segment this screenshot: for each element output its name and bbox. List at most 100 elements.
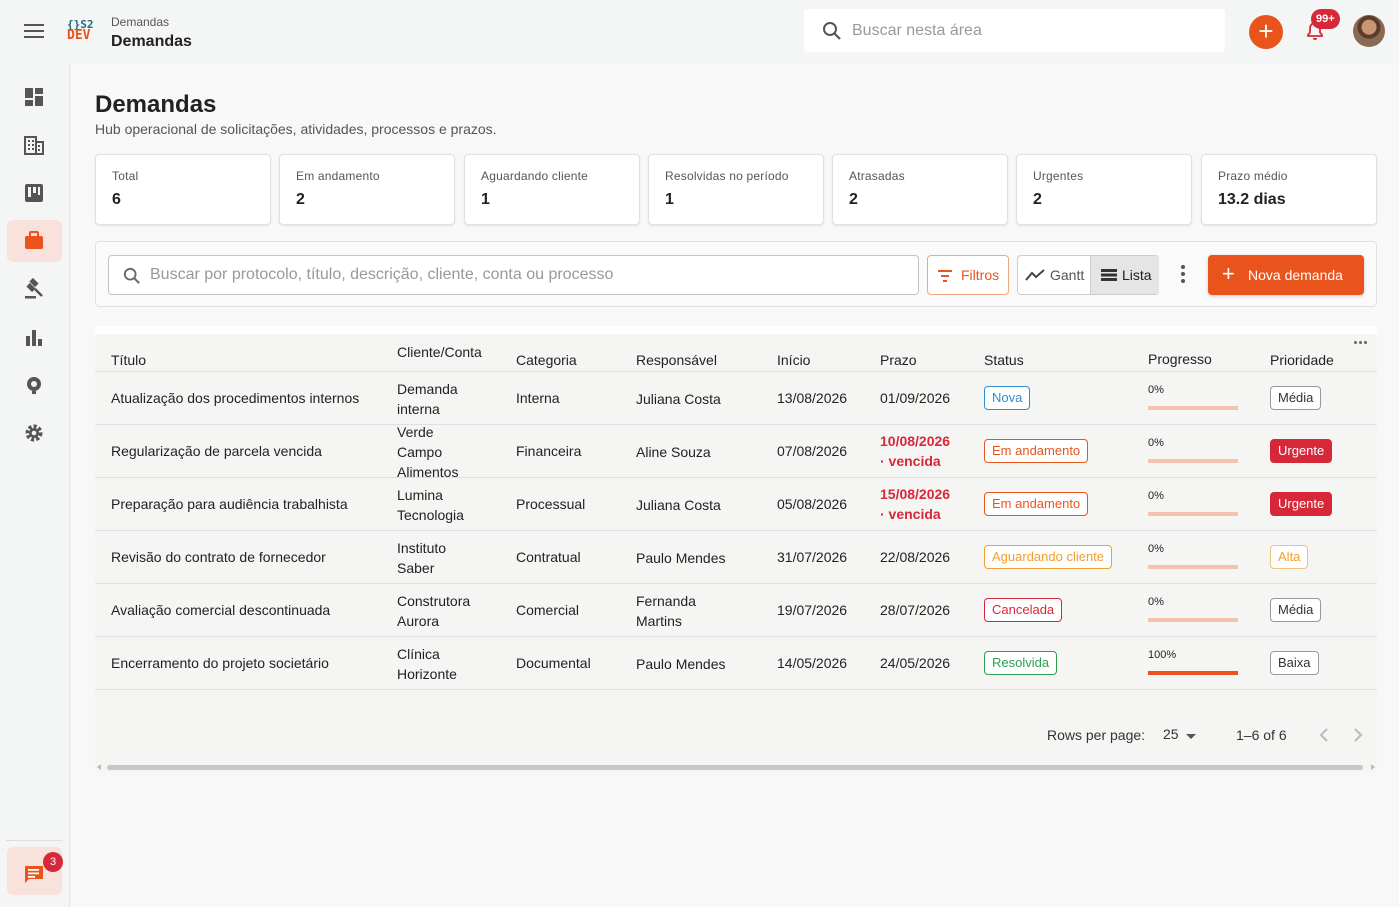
col-categoria[interactable]: Categoria [516, 352, 577, 368]
col-prioridade[interactable]: Prioridade [1270, 352, 1334, 368]
stat-card-atrasadas: Atrasadas 2 [832, 154, 1008, 225]
row-client: Instituto [397, 540, 447, 556]
notification-badge: 99+ [1311, 9, 1340, 29]
filter-icon [938, 270, 952, 282]
global-search[interactable] [804, 9, 1225, 52]
new-demand-button[interactable]: + Nova demanda [1208, 255, 1364, 295]
view-gantt-button[interactable]: Gantt [1018, 256, 1090, 294]
scrollbar-thumb[interactable] [107, 765, 1363, 770]
row-start-date: 31/07/2026 [777, 549, 848, 565]
col-titulo[interactable]: Título [111, 352, 146, 368]
table-row[interactable]: Encerramento do projeto societário Clínic… [95, 637, 1377, 690]
row-progress-label: 0% [1148, 543, 1164, 555]
rows-per-page-select[interactable]: 25 [1163, 726, 1179, 742]
stat-card-resolvidas: Resolvidas no período 1 [648, 154, 824, 225]
page-title: Demandas [95, 91, 217, 118]
quick-add-button[interactable]: + [1249, 15, 1283, 49]
progress-bar [1148, 459, 1238, 463]
progress-fill [1148, 671, 1238, 675]
col-prazo[interactable]: Prazo [880, 352, 917, 368]
row-start-date: 05/08/2026 [777, 496, 848, 512]
demand-search[interactable] [108, 255, 919, 295]
caret-down-icon[interactable] [1186, 734, 1196, 739]
table-row[interactable]: Avaliação comercial descontinuada Constru… [95, 584, 1377, 637]
kanban-icon [25, 184, 43, 202]
row-due-date: 01/09/2026 [880, 390, 951, 406]
horizontal-scrollbar[interactable] [95, 762, 1377, 772]
chat-icon [25, 866, 43, 883]
row-progress-label: 0% [1148, 490, 1164, 502]
sidebar-divider [6, 840, 62, 841]
row-client: Campo [397, 444, 443, 460]
view-toggle: Gantt Lista [1017, 255, 1159, 295]
avatar[interactable] [1353, 15, 1385, 47]
dashboard-icon [25, 88, 43, 106]
table-row[interactable]: Preparação para audiência trabalhista Lum… [95, 478, 1377, 531]
row-category: Contratual [516, 549, 581, 565]
bar-chart-icon [26, 330, 42, 346]
sidebar-item-dashboard[interactable] [7, 76, 62, 118]
app-logo[interactable]: {}S2 DEV [67, 19, 97, 45]
pagination: Rows per page: 25 1–6 of 6 [95, 710, 1377, 760]
briefcase-icon [25, 231, 43, 249]
row-progress-label: 0% [1148, 437, 1164, 449]
col-progresso[interactable]: Progresso [1148, 351, 1212, 367]
priority-badge: Urgente [1270, 492, 1333, 516]
stat-card-em-andamento: Em andamento 2 [279, 154, 455, 225]
status-badge: Aguardando cliente [984, 545, 1113, 569]
progress-bar [1148, 406, 1238, 410]
sidebar-item-companies[interactable] [7, 124, 62, 166]
chat-badge: 3 [43, 852, 63, 872]
stat-card-total: Total 6 [95, 154, 271, 225]
col-responsavel[interactable]: Responsável [636, 352, 717, 368]
row-due-date: 10/08/2026 [880, 433, 951, 449]
sidebar-item-support[interactable] [7, 364, 62, 406]
chevron-right-icon[interactable] [1349, 724, 1367, 746]
progress-bar [1148, 671, 1238, 675]
row-start-date: 19/07/2026 [777, 602, 848, 618]
gear-icon [25, 424, 43, 442]
row-client: Lumina [397, 487, 443, 503]
gavel-icon [25, 278, 43, 299]
row-client: Horizonte [397, 666, 457, 682]
table-row[interactable]: Revisão do contrato de fornecedor Institu… [95, 531, 1377, 584]
chat-button[interactable]: 3 [7, 847, 63, 895]
stat-card-urgentes: Urgentes 2 [1016, 154, 1192, 225]
row-title: Preparação para audiência trabalhista [111, 496, 348, 512]
row-progress-label: 0% [1148, 596, 1164, 608]
row-due-date: 22/08/2026 [880, 549, 951, 565]
menu-icon[interactable] [22, 20, 46, 44]
sidebar-item-settings[interactable] [7, 412, 62, 454]
sidebar-item-demandas[interactable] [7, 220, 62, 262]
row-client: interna [397, 401, 440, 417]
breadcrumb[interactable]: Demandas [111, 15, 169, 29]
col-cliente[interactable]: Cliente/Conta [397, 344, 482, 360]
list-icon [1101, 269, 1117, 281]
view-list-button[interactable]: Lista [1090, 256, 1159, 294]
priority-badge: Alta [1270, 545, 1309, 569]
sidebar-item-kanban[interactable] [7, 172, 62, 214]
more-vert-icon[interactable] [1172, 262, 1194, 288]
row-owner: Juliana Costa [636, 497, 721, 513]
page-range: 1–6 of 6 [1236, 727, 1287, 743]
col-inicio[interactable]: Início [777, 352, 810, 368]
sidebar: 3 [0, 64, 70, 907]
filters-button[interactable]: Filtros [927, 255, 1009, 295]
row-client: Clínica [397, 646, 440, 662]
table-row[interactable]: Atualização dos procedimentos internos De… [95, 372, 1377, 425]
row-owner: Paulo Mendes [636, 550, 726, 566]
row-progress-label: 0% [1148, 384, 1164, 396]
sidebar-item-reports[interactable] [7, 316, 62, 358]
stat-card-prazo-medio: Prazo médio 13.2 dias [1201, 154, 1377, 225]
table-row[interactable]: Regularização de parcela vencida Verde Cam… [95, 424, 1377, 480]
global-search-input[interactable] [852, 9, 1212, 52]
table-header: Título Cliente/Conta Categoria Responsáv… [95, 334, 1377, 372]
row-client: Aurora [397, 613, 440, 629]
chevron-left-icon[interactable] [1315, 724, 1333, 746]
row-category: Interna [516, 390, 560, 406]
sidebar-item-legal[interactable] [7, 268, 62, 310]
demand-search-input[interactable] [150, 256, 910, 294]
row-title: Regularização de parcela vencida [111, 443, 322, 459]
col-status[interactable]: Status [984, 352, 1024, 368]
demand-table: Título Cliente/Conta Categoria Responsáv… [95, 326, 1377, 772]
